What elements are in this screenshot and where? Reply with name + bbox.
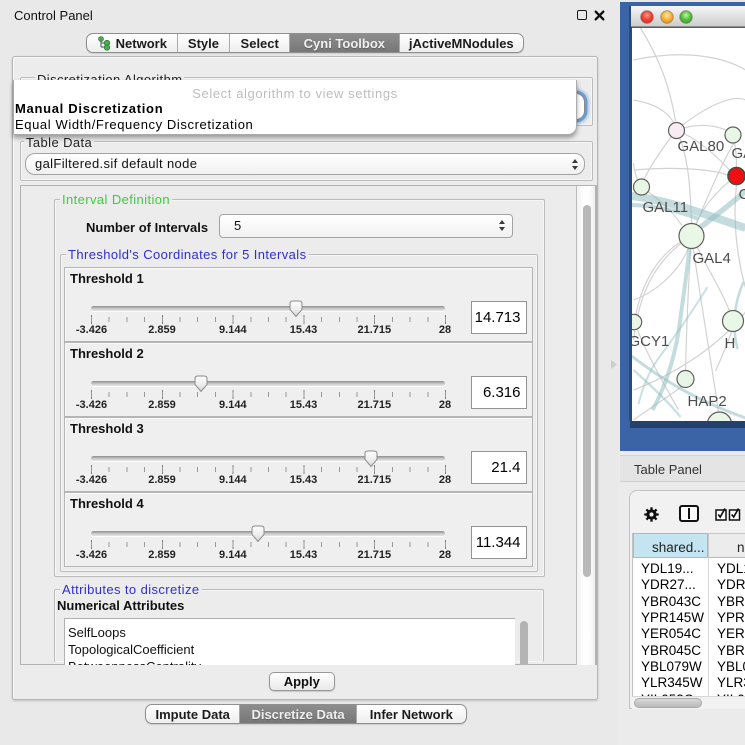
svg-text:GAL11: GAL11 [642,199,688,216]
svg-text:GCY1: GCY1 [632,333,669,350]
svg-text:GAL80: GAL80 [677,138,724,155]
svg-text:HAP2: HAP2 [687,393,726,410]
svg-text:GAL4: GAL4 [692,250,730,267]
svg-text:C: C [738,186,745,203]
svg-text:GA.: GA. [731,145,745,162]
svg-text:H: H [724,335,735,352]
